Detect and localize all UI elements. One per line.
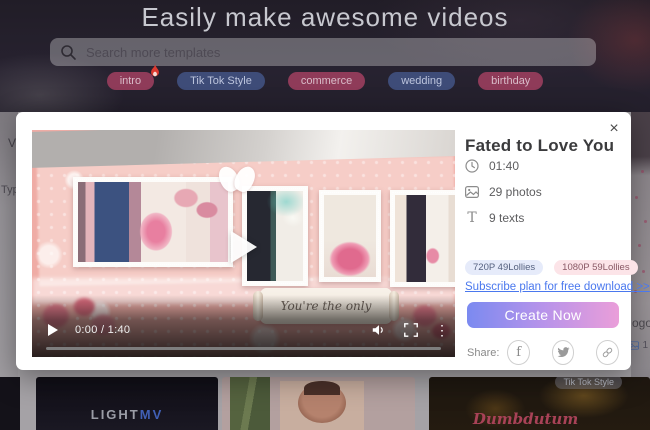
twitter-icon [557, 347, 570, 358]
lightmv-text-light: LIGHT [91, 407, 140, 422]
thumbnail-lightmv[interactable]: LIGHTMV [36, 377, 218, 430]
tag-row: intro Tik Tok Style commerce wedding bir… [0, 72, 650, 90]
clock-icon [465, 159, 479, 173]
duration-value: 01:40 [489, 159, 519, 173]
facebook-icon: f [516, 345, 521, 360]
photos-value: 29 photos [489, 185, 542, 199]
background-text-fragment: V [8, 136, 16, 150]
fullscreen-icon[interactable] [403, 322, 419, 338]
text-icon: T [465, 211, 479, 225]
search-bar[interactable] [50, 38, 596, 66]
plant-decoration [230, 377, 270, 430]
thumbnail-partial[interactable] [0, 377, 20, 430]
background-text-fragment: ogo [632, 316, 650, 330]
girl-photo [280, 381, 364, 430]
template-title: Fated to Love You [465, 136, 631, 156]
flame-icon [148, 63, 162, 85]
price-badge-1080p: 1080P 59Lollies [554, 260, 637, 275]
video-controls: 0:00 / 1:40 ⋮ [32, 295, 455, 357]
tag-intro[interactable]: intro [107, 72, 154, 90]
hero-section: Easily make awesome videos intro Tik Tok… [0, 0, 650, 118]
lightmv-text-mv: MV [140, 407, 164, 422]
search-input[interactable] [86, 45, 586, 60]
confetti-dot [644, 220, 647, 223]
thumbnail-dumbdutum[interactable]: Dumbdutum Tik Tok Style [429, 377, 650, 430]
tag-intro-label: intro [120, 75, 141, 87]
thumbnail-portrait[interactable] [222, 377, 415, 430]
link-icon [601, 346, 614, 359]
template-preview-modal: × You're the only [16, 112, 631, 370]
twitter-share-button[interactable] [552, 340, 575, 365]
wedding-photo-3 [319, 190, 381, 282]
subscribe-link[interactable]: Subscribe plan for free download >> [465, 281, 650, 293]
duration-row: 01:40 [465, 159, 519, 173]
texts-row: T 9 texts [465, 211, 524, 225]
page-title: Easily make awesome videos [0, 2, 650, 33]
butterfly-decoration [218, 160, 258, 200]
photos-icon [465, 185, 479, 199]
price-badges: 720P 49Lollies 1080P 59Lollies [465, 260, 638, 275]
background-count-label: 1 [642, 340, 648, 351]
wedding-photo-1 [73, 177, 233, 267]
volume-icon[interactable] [371, 322, 387, 338]
play-button[interactable] [48, 324, 58, 336]
wedding-photo-4 [390, 190, 455, 287]
play-overlay-icon[interactable] [231, 231, 257, 263]
facebook-share-button[interactable]: f [507, 340, 530, 365]
template-details-panel: Fated to Love You 01:40 [465, 112, 631, 370]
texts-value: 9 texts [489, 211, 524, 225]
background-photo-count: 1 [629, 340, 648, 351]
tag-wedding[interactable]: wedding [388, 72, 455, 90]
share-label: Share: [467, 347, 499, 359]
search-icon [60, 44, 77, 61]
confetti-dot [635, 196, 638, 199]
tag-birthday[interactable]: birthday [478, 72, 543, 90]
time-display: 0:00 / 1:40 [75, 324, 130, 336]
confetti-dot [642, 270, 645, 273]
price-badge-720p: 720P 49Lollies [465, 260, 543, 275]
progress-bar[interactable] [46, 347, 441, 350]
video-player[interactable]: You're the only 0:00 / 1:40 ⋮ [32, 130, 455, 357]
confetti-dot [641, 170, 644, 173]
more-options-icon[interactable]: ⋮ [435, 322, 445, 338]
copy-link-share-button[interactable] [596, 340, 619, 365]
tag-tiktok-style[interactable]: Tik Tok Style [177, 72, 265, 90]
thumbnail-title: Dumbdutum [429, 410, 622, 428]
photos-row: 29 photos [465, 185, 542, 199]
confetti-dot [638, 244, 641, 247]
tiktok-style-badge: Tik Tok Style [555, 377, 622, 389]
lightmv-logo: LIGHTMV [91, 407, 164, 422]
tag-commerce[interactable]: commerce [288, 72, 365, 90]
screen: Easily make awesome videos intro Tik Tok… [0, 0, 650, 430]
share-row: Share: f [467, 340, 619, 365]
create-now-button[interactable]: Create Now [467, 302, 619, 328]
